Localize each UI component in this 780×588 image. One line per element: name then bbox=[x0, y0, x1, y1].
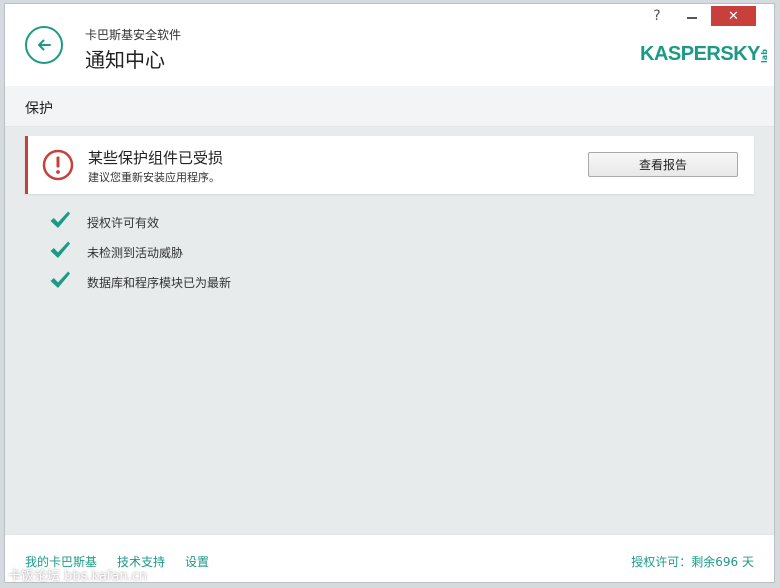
license-status[interactable]: 授权许可：剩余696 天 bbox=[631, 553, 754, 570]
settings-link[interactable]: 设置 bbox=[185, 553, 209, 570]
status-label: 未检测到活动威胁 bbox=[87, 246, 184, 260]
header: 卡巴斯基安全软件 通知中心 ? ✕ KASPERSKY lab bbox=[5, 4, 774, 87]
status-label: 数据库和程序模块已为最新 bbox=[87, 276, 232, 290]
alert-subtitle: 建议您重新安装应用程序。 bbox=[88, 171, 220, 184]
status-label: 授权许可有效 bbox=[87, 216, 160, 230]
page-title: 通知中心 bbox=[85, 48, 165, 72]
section-bar: 保护 bbox=[5, 86, 774, 127]
view-report-button[interactable]: 查看报告 bbox=[588, 152, 738, 177]
minimize-button[interactable] bbox=[679, 6, 705, 26]
main-window: 卡巴斯基安全软件 通知中心 ? ✕ KASPERSKY lab 保护 某些保护组… bbox=[4, 3, 775, 583]
back-button[interactable] bbox=[25, 26, 63, 64]
check-icon bbox=[50, 271, 70, 288]
section-title: 保护 bbox=[25, 101, 53, 117]
app-name: 卡巴斯基安全软件 bbox=[85, 28, 182, 42]
kaspersky-logo: KASPERSKY lab bbox=[640, 40, 772, 64]
check-icon bbox=[50, 241, 70, 258]
logo-text: KASPERSKY bbox=[640, 43, 760, 65]
logo-lab: lab bbox=[759, 49, 769, 63]
watermark: 卡饭论坛 bbs.kafan.cn bbox=[8, 569, 148, 584]
minimize-icon bbox=[687, 17, 697, 19]
alert-title: 某些保护组件已受损 bbox=[88, 149, 224, 167]
check-icon bbox=[50, 211, 70, 228]
close-button[interactable]: ✕ bbox=[711, 6, 756, 26]
alert-card: 某些保护组件已受损 建议您重新安装应用程序。 查看报告 bbox=[25, 136, 754, 194]
arrow-left-icon bbox=[38, 39, 51, 51]
help-button[interactable]: ? bbox=[647, 8, 667, 26]
exclamation-circle-icon bbox=[42, 149, 74, 181]
